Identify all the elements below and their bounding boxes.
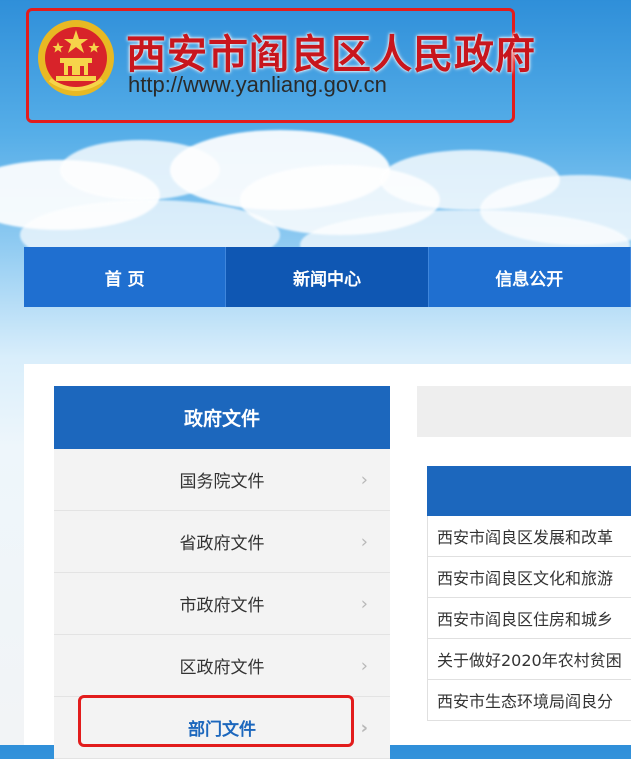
sidebar-item-label: 区政府文件 <box>179 658 265 678</box>
news-list: 西安市阎良区发展和改革 西安市阎良区文化和旅游 西安市阎良区住房和城乡 关于做好… <box>427 516 631 721</box>
sidebar-title: 政府文件 <box>54 386 390 449</box>
main-nav: 首 页 新闻中心 信息公开 <box>24 247 631 307</box>
main-content-panel: 政府文件 国务院文件 › 省政府文件 › 市政府文件 › 区政府文件 › 部门文… <box>24 364 631 759</box>
list-item[interactable]: 西安市阎良区文化和旅游 <box>427 557 631 598</box>
list-item[interactable]: 西安市生态环境局阎良分 <box>427 680 631 721</box>
breadcrumb-bar <box>417 386 631 437</box>
chevron-right-icon: › <box>360 531 368 552</box>
list-item[interactable]: 西安市阎良区住房和城乡 <box>427 598 631 639</box>
list-item[interactable]: 西安市阎良区发展和改革 <box>427 516 631 557</box>
sidebar-item-state-council[interactable]: 国务院文件 › <box>54 449 390 511</box>
sidebar-item-district[interactable]: 区政府文件 › <box>54 635 390 697</box>
chevron-right-icon: › <box>360 469 368 490</box>
sidebar: 政府文件 国务院文件 › 省政府文件 › 市政府文件 › 区政府文件 › 部门文… <box>54 386 390 759</box>
sidebar-item-department[interactable]: 部门文件 › <box>54 697 390 759</box>
sidebar-item-provincial[interactable]: 省政府文件 › <box>54 511 390 573</box>
sidebar-item-label: 市政府文件 <box>179 596 265 616</box>
sidebar-item-municipal[interactable]: 市政府文件 › <box>54 573 390 635</box>
nav-item-news-center[interactable]: 新闻中心 <box>226 247 429 307</box>
sidebar-item-label: 省政府文件 <box>179 534 265 554</box>
chevron-right-icon: › <box>360 717 368 738</box>
sidebar-item-label: 国务院文件 <box>179 472 265 492</box>
list-item[interactable]: 关于做好2020年农村贫困 <box>427 639 631 680</box>
sidebar-item-label: 部门文件 <box>188 720 256 740</box>
site-url: http://www.yanliang.gov.cn <box>128 72 387 97</box>
chevron-right-icon: › <box>360 655 368 676</box>
news-list-header <box>427 466 631 516</box>
nav-item-info-disclosure[interactable]: 信息公开 <box>429 247 631 307</box>
chevron-right-icon: › <box>360 593 368 614</box>
national-emblem-icon <box>38 20 114 96</box>
nav-item-home[interactable]: 首 页 <box>24 247 227 307</box>
